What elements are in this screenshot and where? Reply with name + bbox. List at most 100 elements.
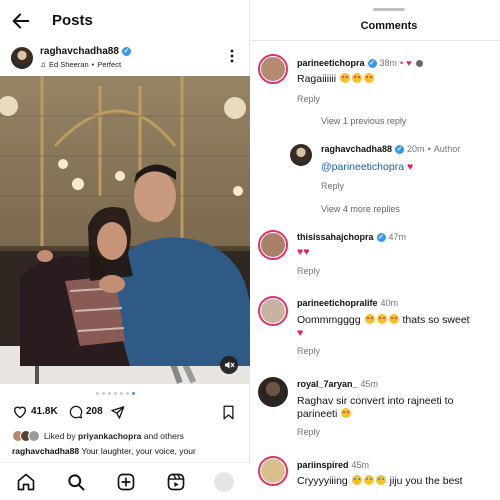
bookmark-icon[interactable]	[222, 405, 235, 420]
post-username[interactable]: raghavchadha88 ✓	[40, 46, 131, 57]
music-label[interactable]: ♫ Ed Sheeran • Perfect	[40, 60, 121, 69]
comment-header: raghavchadha88 ✓ 20m • Author	[321, 144, 460, 154]
carousel-dot	[126, 392, 129, 395]
verified-badge-icon: ✓	[395, 144, 405, 154]
heart-icon: ♥	[406, 161, 414, 173]
reply-button[interactable]: Reply	[297, 94, 320, 104]
comment-body: thats so sweet	[402, 314, 470, 326]
comments-panel: Comments parineetichopra ✓ 38m • ♥ Ragai…	[250, 0, 500, 500]
post-photo[interactable]	[0, 76, 250, 384]
music-separator: •	[91, 60, 95, 69]
drag-handle[interactable]	[373, 8, 405, 11]
heart-eyes-emoji-icon	[352, 73, 363, 83]
comment-header: thisissahajchopra ✓ 47m	[297, 232, 406, 242]
view-previous-replies[interactable]: View 1 previous reply	[321, 116, 406, 126]
like-count: 41.8K	[31, 406, 58, 417]
comment-username[interactable]: parineetichopra	[297, 58, 365, 68]
liked-by-user[interactable]: priyankachopra	[78, 431, 141, 441]
post-header: raghavchadha88 ✓ ♫ Ed Sheeran • Perfect	[0, 44, 250, 74]
author-dot: •	[427, 144, 431, 154]
heart-eyes-emoji-icon	[364, 73, 375, 83]
comment-body: Raghav sir convert into rajneeti to pari…	[297, 395, 454, 420]
comment-text: @parineetichopra ♥	[321, 161, 413, 174]
comment-text: ♥♥	[297, 246, 309, 259]
reels-icon[interactable]	[166, 472, 186, 492]
comment-icon	[69, 405, 83, 419]
comment-username[interactable]: parineetichopralife	[297, 298, 378, 308]
avatar[interactable]	[258, 377, 288, 407]
page-title: Posts	[52, 12, 93, 29]
comment-time: 45m	[360, 379, 379, 389]
verified-badge-icon: ✓	[376, 232, 386, 242]
create-icon[interactable]	[116, 472, 136, 492]
avatar[interactable]	[258, 296, 288, 326]
avatar[interactable]	[11, 47, 33, 69]
avatar[interactable]	[258, 54, 288, 84]
reply-button[interactable]: Reply	[321, 181, 344, 191]
post-actions: 41.8K 208	[0, 402, 250, 424]
speaker-muted-icon[interactable]	[220, 356, 238, 374]
comment-header: parineetichopra ✓ 38m • ♥	[297, 58, 424, 68]
comment-username[interactable]: thisissahajchopra	[297, 232, 374, 242]
comment-time: 38m	[379, 58, 398, 68]
comment-username[interactable]: pariinspired	[297, 460, 349, 470]
reply-button[interactable]: Reply	[297, 346, 320, 356]
reply-button[interactable]: Reply	[297, 266, 320, 276]
divider	[250, 40, 500, 41]
like-button[interactable]: 41.8K	[12, 404, 58, 419]
view-previous-text: View 1 previous reply	[321, 116, 407, 126]
music-artist: Ed Sheeran	[49, 60, 89, 69]
caption-text: Your laughter, your voice, your	[81, 446, 196, 456]
comment-text: Oommmgggg thats so sweet ♥	[297, 314, 497, 340]
avatar[interactable]	[290, 144, 312, 166]
carousel-dot	[108, 392, 111, 395]
avatar[interactable]	[258, 230, 288, 260]
carousel-dot	[132, 392, 135, 395]
carousel-dot	[102, 392, 105, 395]
comment-username[interactable]: royal_7aryan_	[297, 379, 358, 389]
crying-emoji-icon	[363, 475, 374, 485]
comment-header: parineetichopralife 40m	[297, 298, 398, 308]
liked-by-text: Liked by priyankachopra and others	[44, 431, 184, 441]
heart-eyes-emoji-icon	[388, 314, 399, 324]
view-more-replies[interactable]: View 4 more replies	[321, 204, 400, 214]
heart-icon: •	[400, 58, 404, 68]
liked-by-row[interactable]: Liked by priyankachopra and others	[12, 430, 184, 442]
heart-eyes-emoji-icon	[340, 73, 351, 83]
comment-text: Cryyyyiiing jiju you the best	[297, 475, 497, 488]
heart-eyes-emoji-icon	[364, 314, 375, 324]
comment-header: royal_7aryan_ 45m	[297, 379, 378, 389]
comment-time: 40m	[380, 298, 399, 308]
mention-link[interactable]: @parineetichopra	[321, 161, 404, 173]
crying-emoji-icon	[351, 475, 362, 485]
comment-body: jiju you the best	[389, 475, 463, 487]
view-more-text: View 4 more replies	[321, 204, 400, 214]
carousel-indicator	[96, 392, 135, 395]
home-icon[interactable]	[16, 472, 36, 492]
avatar[interactable]	[258, 456, 288, 486]
caption-username[interactable]: raghavchadha88	[12, 446, 79, 456]
post-panel: Posts raghavchadha88 ✓ ♫ Ed Sheeran • Pe…	[0, 0, 250, 500]
arrow-left-icon[interactable]	[10, 10, 32, 32]
profile-icon[interactable]	[214, 472, 234, 492]
search-icon[interactable]	[66, 472, 86, 492]
comment-header: pariinspired 45m	[297, 460, 369, 470]
verified-badge-icon: ✓	[367, 58, 377, 68]
author-label: Author	[433, 144, 461, 154]
comment-body: Oommmgggg	[297, 314, 361, 326]
comment-time: 47m	[388, 232, 407, 242]
heart-icon: ♥♥	[297, 246, 310, 258]
comment-username[interactable]: raghavchadha88	[321, 144, 392, 154]
liked-by-prefix: Liked by	[44, 431, 76, 441]
heart-icon	[13, 406, 27, 419]
send-icon[interactable]	[110, 405, 125, 420]
comment-time: 45m	[351, 460, 370, 470]
more-vertical-icon[interactable]	[229, 49, 235, 63]
carousel-dot	[96, 392, 99, 395]
liked-by-suffix: and others	[143, 431, 184, 441]
smile-emoji-icon	[341, 408, 352, 418]
comment-button[interactable]: 208	[68, 404, 103, 419]
comment-text: Raghav sir convert into rajneeti to pari…	[297, 395, 477, 421]
comment-time: 20m	[407, 144, 425, 154]
reply-button[interactable]: Reply	[297, 427, 320, 437]
